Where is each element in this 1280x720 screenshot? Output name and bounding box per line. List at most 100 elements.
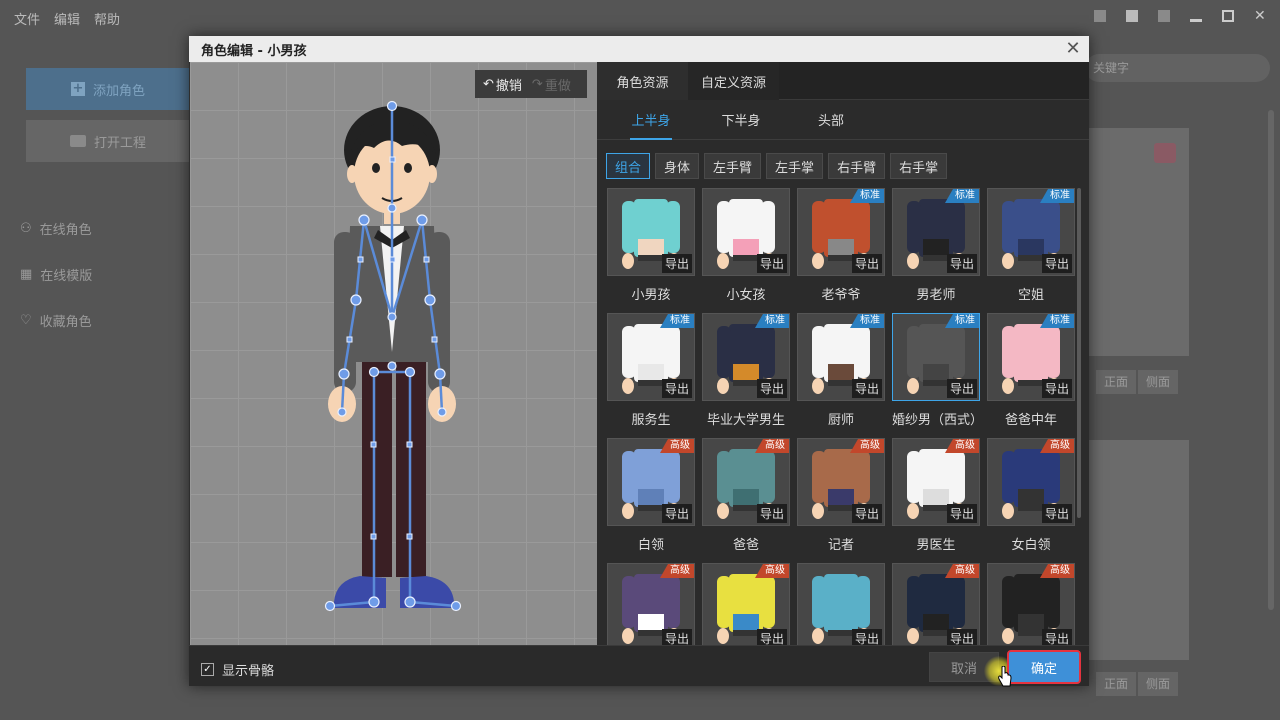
outfit-thumbnail[interactable]: 高级 导出 [607,563,695,645]
export-button[interactable]: 导出 [1041,504,1072,523]
outfit-thumbnail[interactable]: 高级 导出 [797,438,885,526]
export-button[interactable]: 导出 [946,629,977,645]
export-button[interactable]: 导出 [756,379,787,398]
tab-custom-resources[interactable]: 自定义资源 [688,62,779,100]
outfit-item[interactable]: 标准 导出 爸爸中年 [987,313,1075,428]
side-view-tab[interactable]: 侧面 [1138,370,1178,394]
outfit-thumbnail[interactable]: 高级 导出 [607,438,695,526]
category-right-hand[interactable]: 右手掌 [890,153,948,179]
outfit-item[interactable]: 高级 导出 爸爸 [702,438,790,553]
outfit-thumbnail[interactable]: 标准 导出 [892,188,980,276]
category-left-hand[interactable]: 左手掌 [766,153,824,179]
open-project-button[interactable]: 打开工程 [26,120,190,162]
subtab-head[interactable]: 头部 [786,100,876,139]
export-button[interactable]: 导出 [661,379,692,398]
bg-scrollbar[interactable] [1268,110,1274,610]
category-right-arm[interactable]: 右手臂 [828,153,886,179]
outfit-thumbnail[interactable]: 标准 导出 [607,313,695,401]
export-button[interactable]: 导出 [851,254,882,273]
outfit-thumbnail[interactable]: 高级 导出 [892,438,980,526]
outfit-item[interactable]: 导出 [797,563,885,645]
outfit-thumbnail[interactable]: 标准 导出 [797,313,885,401]
outfit-thumbnail[interactable]: 高级 导出 [987,438,1075,526]
ok-button[interactable]: 确定 [1007,650,1081,684]
outfit-item[interactable]: 导出 小男孩 [607,188,695,303]
outfit-thumbnail[interactable]: 标准 导出 [987,313,1075,401]
subtab-lower-body[interactable]: 下半身 [696,100,786,139]
minimize-icon[interactable] [1190,19,1202,22]
outfit-item[interactable]: 导出 小女孩 [702,188,790,303]
outfit-item[interactable]: 标准 导出 男老师 [892,188,980,303]
nav-favorites[interactable]: ♡ 收藏角色 [20,297,92,343]
export-button[interactable]: 导出 [756,254,787,273]
export-button[interactable]: 导出 [1041,254,1072,273]
category-left-arm[interactable]: 左手臂 [704,153,762,179]
nav-online-characters[interactable]: ⚇ 在线角色 [20,205,92,251]
close-window-icon[interactable]: ✕ [1254,9,1266,23]
menu-help[interactable]: 帮助 [94,9,120,28]
outfit-item[interactable]: 标准 导出 服务生 [607,313,695,428]
redo-button[interactable]: ↷ 重做 [532,75,571,94]
menu-icon[interactable] [1158,10,1170,22]
outfit-item[interactable]: 高级 导出 [607,563,695,645]
close-icon[interactable]: ✕ [1063,39,1083,59]
outfit-item[interactable]: 高级 导出 白领 [607,438,695,553]
outfit-item[interactable]: 标准 导出 婚纱男（西式） [892,313,983,428]
outfit-thumbnail[interactable]: 标准 导出 [987,188,1075,276]
outfit-thumbnail[interactable]: 高级 导出 [892,563,980,645]
outfit-item[interactable]: 高级 导出 [987,563,1075,645]
side-view-tab-2[interactable]: 侧面 [1138,672,1178,696]
search-input[interactable]: 关键字 [1085,54,1270,82]
outfit-thumbnail[interactable]: 高级 导出 [987,563,1075,645]
category-body[interactable]: 身体 [655,153,700,179]
outfit-item[interactable]: 高级 导出 男医生 [892,438,980,553]
outfit-item[interactable]: 高级 导出 [702,563,790,645]
character-canvas[interactable]: ↶ 撤销 ↷ 重做 [190,62,597,645]
export-button[interactable]: 导出 [946,254,977,273]
outfit-thumbnail[interactable]: 导出 [702,188,790,276]
export-button[interactable]: 导出 [661,504,692,523]
outfit-thumbnail[interactable]: 标准 导出 [797,188,885,276]
outfit-thumbnail[interactable]: 标准 导出 [892,313,980,401]
export-button[interactable]: 导出 [1041,629,1072,645]
export-button[interactable]: 导出 [1041,379,1072,398]
outfit-item[interactable]: 高级 导出 女白领 [987,438,1075,553]
maximize-icon[interactable] [1222,10,1234,22]
grid-scrollbar[interactable] [1077,188,1081,518]
outfit-thumbnail[interactable]: 导出 [607,188,695,276]
outfit-item[interactable]: 标准 导出 毕业大学男生 [702,313,790,428]
tab-character-resources[interactable]: 角色资源 [597,62,688,100]
subtab-upper-body[interactable]: 上半身 [606,100,696,140]
favorite-heart-icon[interactable] [1154,143,1176,163]
export-button[interactable]: 导出 [756,504,787,523]
nav-online-templates[interactable]: ▦ 在线模版 [20,251,92,297]
outfit-item[interactable]: 标准 导出 空姐 [987,188,1075,303]
menu-edit[interactable]: 编辑 [54,9,80,28]
outfit-thumbnail[interactable]: 高级 导出 [702,563,790,645]
category-combo[interactable]: 组合 [606,153,651,179]
outfit-item[interactable]: 标准 导出 厨师 [797,313,885,428]
outfit-item[interactable]: 高级 导出 [892,563,980,645]
export-button[interactable]: 导出 [756,629,787,645]
checkbox-icon[interactable]: ✓ [201,663,214,676]
export-button[interactable]: 导出 [946,504,977,523]
outfit-item[interactable]: 高级 导出 记者 [797,438,885,553]
export-button[interactable]: 导出 [946,379,977,398]
export-button[interactable]: 导出 [661,254,692,273]
show-skeleton-toggle[interactable]: ✓ 显示骨骼 [201,660,274,679]
undo-button[interactable]: ↶ 撤销 [483,75,522,94]
menu-file[interactable]: 文件 [14,9,40,28]
export-button[interactable]: 导出 [851,629,882,645]
outfit-thumbnail[interactable]: 标准 导出 [702,313,790,401]
export-button[interactable]: 导出 [851,379,882,398]
outfit-thumbnail[interactable]: 高级 导出 [702,438,790,526]
skin-icon[interactable] [1094,10,1106,22]
outfit-item[interactable]: 标准 导出 老爷爷 [797,188,885,303]
front-view-tab-2[interactable]: 正面 [1096,672,1136,696]
front-view-tab[interactable]: 正面 [1096,370,1136,394]
add-character-button[interactable]: + 添加角色 [26,68,190,110]
export-button[interactable]: 导出 [661,629,692,645]
outfit-thumbnail[interactable]: 导出 [797,563,885,645]
character-figure[interactable] [190,62,597,645]
export-button[interactable]: 导出 [851,504,882,523]
